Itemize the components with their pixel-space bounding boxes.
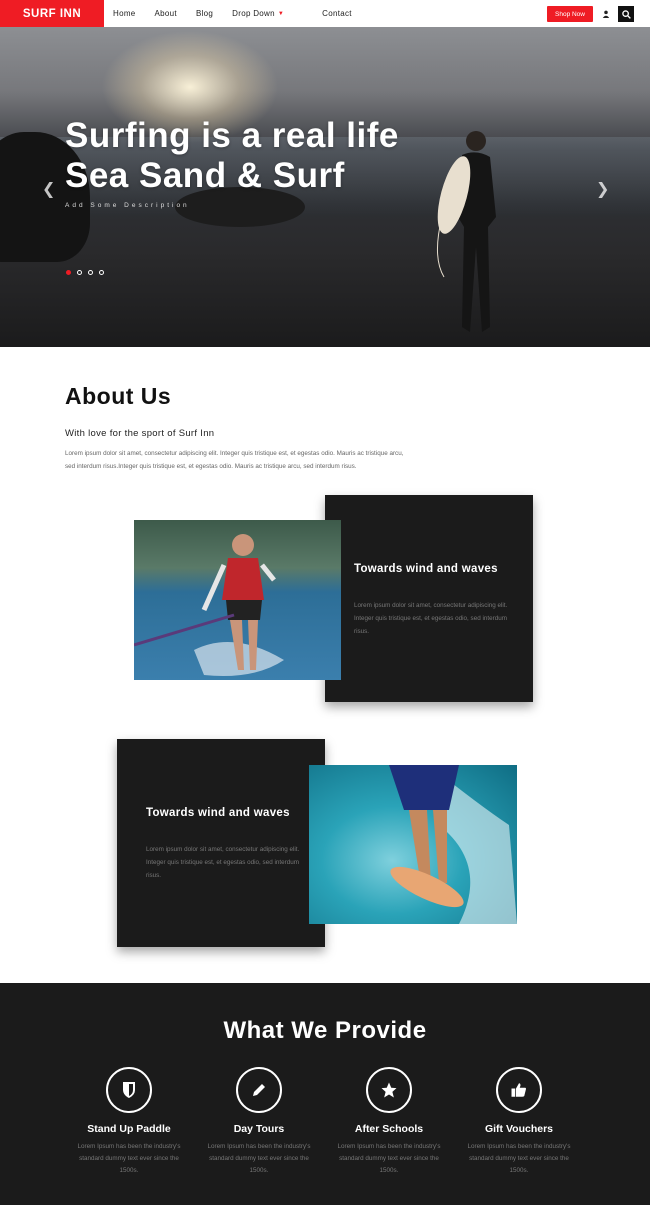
water-ski-photo xyxy=(134,520,341,680)
what-we-provide-section: What We Provide Stand Up Paddle Lorem Ip… xyxy=(0,983,650,1205)
shield-icon xyxy=(106,1067,152,1113)
hero-title-line1: Surfing is a real life xyxy=(65,116,399,155)
provide-title: What We Provide xyxy=(223,1017,427,1044)
slider-dots xyxy=(66,270,110,275)
user-icon[interactable] xyxy=(598,6,614,22)
nav-item-blog[interactable]: Blog xyxy=(196,9,213,18)
chevron-down-icon: ▼ xyxy=(277,10,285,17)
nav-item-dropdown[interactable]: Drop Down ▼ xyxy=(232,9,303,18)
surfer-illustration xyxy=(389,765,517,924)
star-icon xyxy=(366,1067,412,1113)
chevron-right-icon[interactable]: ❯ xyxy=(596,179,609,199)
card-body: Lorem ipsum dolor sit amet, consectetur … xyxy=(146,846,300,879)
feature-desc: Lorem Ipsum has been the industry's stan… xyxy=(207,1143,311,1174)
feature-title: Stand Up Paddle xyxy=(87,1123,171,1135)
nav-item-home[interactable]: Home xyxy=(113,9,136,18)
slider-dot[interactable] xyxy=(99,270,104,275)
hero-slider: Surfing is a real life Sea Sand & Surf Ad… xyxy=(0,27,650,347)
about-body: Lorem ipsum dolor sit amet, consectetur … xyxy=(65,450,404,470)
thumbs-up-icon xyxy=(496,1067,542,1113)
pencil-icon xyxy=(236,1067,282,1113)
hero-caption: Add Some Description xyxy=(65,202,190,209)
feature-desc: Lorem Ipsum has been the industry's stan… xyxy=(467,1143,571,1174)
top-navbar: SURF INN Home About Blog Drop Down ▼ Cont… xyxy=(0,0,650,27)
feature-title: Gift Vouchers xyxy=(484,1123,554,1135)
feature-title: Day Tours xyxy=(233,1123,285,1135)
feature-desc: Lorem Ipsum has been the industry's stan… xyxy=(337,1143,441,1174)
surfing-photo xyxy=(309,765,517,924)
feature-desc: Lorem Ipsum has been the industry's stan… xyxy=(77,1143,181,1174)
card-body: Lorem ipsum dolor sit amet, consectetur … xyxy=(354,602,508,635)
site-logo[interactable]: SURF INN xyxy=(0,0,104,27)
hero-surfer-image xyxy=(437,131,496,332)
about-subtitle: With love for the sport of Surf Inn xyxy=(65,428,215,439)
hero-title-line2: Sea Sand & Surf xyxy=(65,156,345,195)
search-icon[interactable] xyxy=(618,6,634,22)
slider-dot[interactable] xyxy=(66,270,71,275)
shop-now-button[interactable]: Shop Now xyxy=(547,6,593,22)
feature-card: Towards wind and waves Lorem ipsum dolor… xyxy=(117,739,325,947)
nav-item-dropdown-label: Drop Down xyxy=(232,9,275,18)
feature-title: After Schools xyxy=(354,1123,424,1135)
card-title: Towards wind and waves xyxy=(354,563,498,575)
water-skier-illustration xyxy=(134,534,284,676)
nav-item-about[interactable]: About xyxy=(155,9,177,18)
slider-dot[interactable] xyxy=(88,270,93,275)
hero-title: Surfing is a real life Sea Sand & Surf xyxy=(65,116,399,196)
chevron-left-icon[interactable]: ❮ xyxy=(42,179,55,199)
slider-dot[interactable] xyxy=(77,270,82,275)
feature-card: Towards wind and waves Lorem ipsum dolor… xyxy=(325,495,533,702)
main-menu: Home About Blog Drop Down ▼ Contact xyxy=(113,9,371,18)
about-title: About Us xyxy=(65,383,172,409)
nav-item-contact[interactable]: Contact xyxy=(322,9,352,18)
card-title: Towards wind and waves xyxy=(146,807,290,819)
